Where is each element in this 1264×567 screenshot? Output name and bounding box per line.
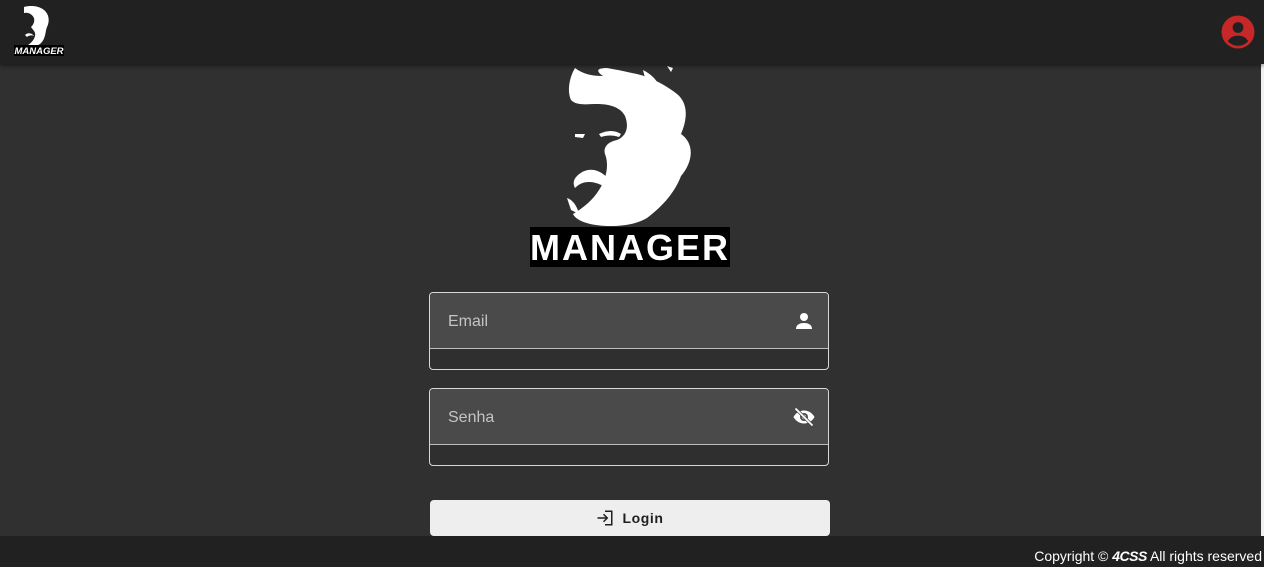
login-button-label: Login <box>622 510 664 526</box>
svg-text:MANAGER: MANAGER <box>14 46 63 57</box>
login-button[interactable]: Login <box>430 500 830 536</box>
login-icon <box>597 510 613 526</box>
password-input[interactable] <box>446 403 780 433</box>
brand-name: 4CSS <box>1112 548 1147 564</box>
copyright-suffix: All rights reserved <box>1146 548 1262 564</box>
person-icon <box>796 313 812 329</box>
account-circle-icon[interactable] <box>1220 14 1256 50</box>
footer: Copyright © 4CSS All rights reserved <box>0 536 1264 567</box>
email-input[interactable] <box>446 307 780 337</box>
manager-logo-icon[interactable]: MANAGER <box>13 5 65 57</box>
top-app-bar: MANAGER <box>0 0 1264 64</box>
manager-hero-logo: MANAGER <box>530 66 730 268</box>
email-field[interactable] <box>429 292 829 370</box>
eye-off-icon[interactable] <box>792 405 816 429</box>
copyright-prefix: Copyright © <box>1034 548 1113 564</box>
password-field[interactable] <box>429 388 829 466</box>
copyright-text: Copyright © 4CSS All rights reserved <box>1034 548 1262 564</box>
login-page: MANAGER Login <box>0 64 1264 536</box>
svg-text:MANAGER: MANAGER <box>530 227 730 268</box>
